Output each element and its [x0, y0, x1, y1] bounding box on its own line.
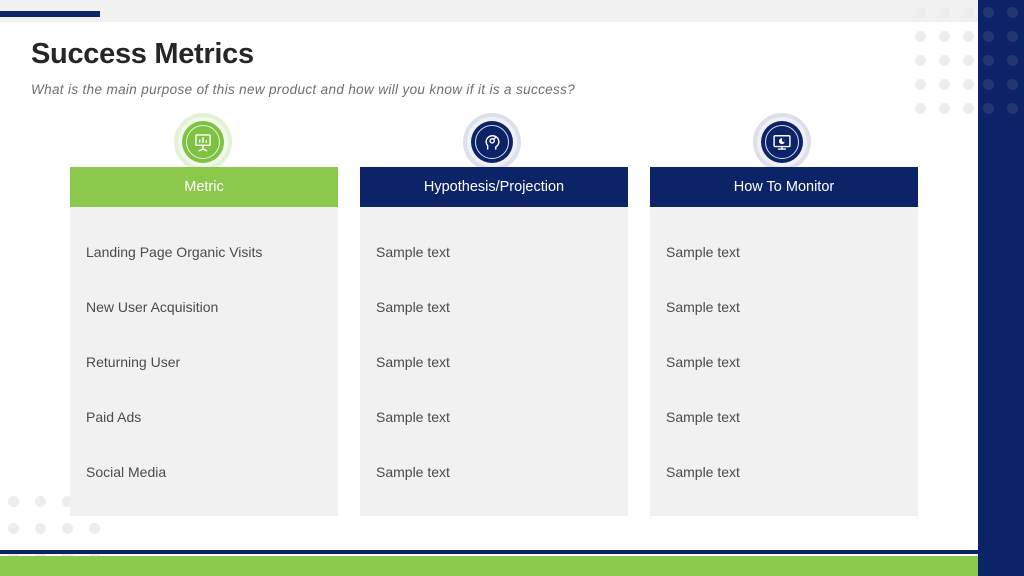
head-idea-icon — [471, 121, 513, 163]
dot — [939, 79, 950, 90]
dot — [1007, 103, 1018, 114]
dot — [915, 79, 926, 90]
dot — [939, 31, 950, 42]
table-column-metric: Metric Landing Page Organic Visits New U… — [70, 167, 338, 516]
dot — [915, 103, 926, 114]
monitor-pie-chart-icon — [761, 121, 803, 163]
top-left-accent-bar — [0, 11, 100, 17]
column-header-how-to-monitor: How To Monitor — [650, 167, 918, 207]
table-row: Sample text — [360, 445, 628, 500]
table-column-hypothesis: Hypothesis/Projection Sample text Sample… — [360, 167, 628, 516]
table-row: Sample text — [650, 390, 918, 445]
dot — [915, 55, 926, 66]
column-body-hypothesis: Sample text Sample text Sample text Samp… — [360, 207, 628, 516]
dot — [983, 55, 994, 66]
table-row: Sample text — [360, 280, 628, 335]
dot — [62, 523, 73, 534]
dot — [939, 55, 950, 66]
dot — [1007, 7, 1018, 18]
column-header-metric: Metric — [70, 167, 338, 207]
table-row: Returning User — [70, 335, 338, 390]
table-row: Sample text — [650, 445, 918, 500]
dot-grid-top-right-dark — [976, 0, 1024, 120]
dot — [35, 496, 46, 507]
dot — [35, 523, 46, 534]
bottom-navy-rule — [0, 550, 978, 554]
top-strip — [0, 0, 1024, 22]
dot — [963, 7, 974, 18]
dot — [983, 31, 994, 42]
table-row: Sample text — [360, 225, 628, 280]
page-title: Success Metrics — [31, 38, 254, 71]
dot — [89, 523, 100, 534]
table-row: Sample text — [360, 390, 628, 445]
bottom-green-bar — [0, 556, 978, 576]
dot — [1007, 31, 1018, 42]
dot — [983, 103, 994, 114]
page-subtitle: What is the main purpose of this new pro… — [31, 82, 575, 97]
table-row: New User Acquisition — [70, 280, 338, 335]
column-header-hypothesis: Hypothesis/Projection — [360, 167, 628, 207]
column-body-metric: Landing Page Organic Visits New User Acq… — [70, 207, 338, 516]
dot — [8, 523, 19, 534]
dot — [915, 31, 926, 42]
table-row: Sample text — [360, 335, 628, 390]
metrics-table: Metric Landing Page Organic Visits New U… — [70, 167, 918, 502]
dot — [1007, 79, 1018, 90]
dot — [963, 31, 974, 42]
dot — [1007, 55, 1018, 66]
dot-grid-top-right-light — [908, 0, 980, 120]
table-column-how-to-monitor: How To Monitor Sample text Sample text S… — [650, 167, 918, 516]
dot — [8, 496, 19, 507]
table-row: Sample text — [650, 280, 918, 335]
dot — [915, 7, 926, 18]
presentation-chart-icon — [182, 121, 224, 163]
table-row: Sample text — [650, 335, 918, 390]
table-row: Landing Page Organic Visits — [70, 225, 338, 280]
dot — [963, 103, 974, 114]
table-row: Sample text — [650, 225, 918, 280]
table-row: Social Media — [70, 445, 338, 500]
dot — [983, 79, 994, 90]
dot — [939, 103, 950, 114]
slide-canvas: Success Metrics What is the main purpose… — [0, 0, 1024, 576]
column-body-how-to-monitor: Sample text Sample text Sample text Samp… — [650, 207, 918, 516]
dot — [963, 79, 974, 90]
dot — [963, 55, 974, 66]
table-row: Paid Ads — [70, 390, 338, 445]
dot — [983, 7, 994, 18]
dot — [939, 7, 950, 18]
